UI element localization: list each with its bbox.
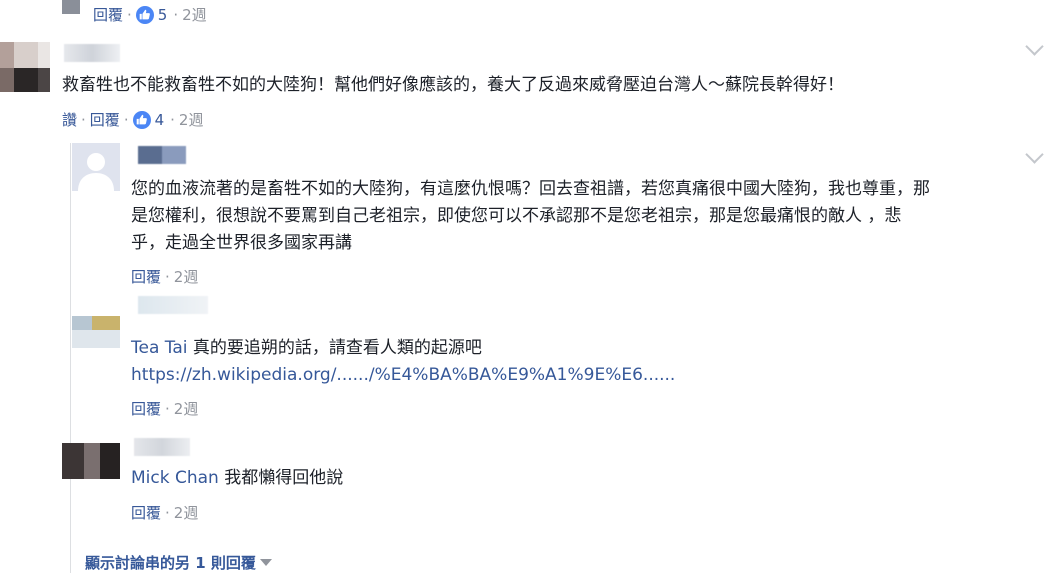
- separator: ·: [123, 110, 129, 129]
- reply-text-line: 是您權利，很想說不要罵到自己老祖宗，即使您可以不承認那不是您老祖宗，那是您最痛恨…: [131, 206, 902, 226]
- separator: ·: [81, 110, 86, 129]
- separator: ·: [165, 503, 170, 522]
- author-name[interactable]: Tea Tai: [131, 338, 188, 358]
- separator: ·: [127, 5, 132, 24]
- reply-link[interactable]: 回覆: [90, 109, 120, 130]
- author-name[interactable]: Mick Chan: [131, 468, 219, 488]
- reply-link[interactable]: 回覆: [131, 502, 161, 523]
- separator: ·: [165, 399, 170, 418]
- like-count[interactable]: 5: [158, 6, 168, 24]
- reply-text-line: 乎，走過全世界很多國家再講: [131, 233, 352, 253]
- reply-text: Mick Chan 我都懶得回他說: [131, 465, 343, 492]
- timestamp[interactable]: 2週: [182, 4, 207, 25]
- author-name-redacted: [134, 438, 190, 456]
- separator: ·: [173, 5, 179, 24]
- caret-down-icon: [259, 559, 272, 566]
- reply-link-line: https://zh.wikipedia.org/....../%E4%BA%B…: [131, 362, 675, 389]
- reply-text-line: 您的血液流著的是畜牲不如的大陸狗，有這麼仇恨嗎？回去查祖譜，若您真痛很中國大陸狗…: [131, 179, 930, 199]
- chevron-down-icon[interactable]: [1025, 37, 1044, 56]
- wikipedia-link[interactable]: https://zh.wikipedia.org/....../%E4%BA%B…: [131, 365, 675, 385]
- avatar[interactable]: [72, 316, 120, 348]
- avatar[interactable]: [62, 443, 120, 479]
- reply-actions: 回覆 · 2週: [131, 502, 198, 523]
- chevron-down-icon[interactable]: [1025, 145, 1044, 164]
- reply-actions: 回覆 · 2週: [131, 266, 198, 287]
- timestamp[interactable]: 2週: [179, 109, 204, 130]
- avatar[interactable]: [62, 0, 80, 14]
- separator: ·: [170, 110, 175, 129]
- author-name-redacted: [138, 296, 208, 314]
- like-link[interactable]: 讚: [62, 109, 77, 130]
- author-name-redacted: [138, 146, 186, 164]
- reply-body: 我都懶得回他說: [218, 468, 344, 488]
- avatar[interactable]: [72, 143, 120, 191]
- timestamp[interactable]: 2週: [174, 502, 199, 523]
- comment-text: 救畜牲也不能救畜牲不如的大陸狗！幫他們好像應該的，養大了反過來威脅壓迫台灣人～蘇…: [62, 75, 844, 95]
- reply-link[interactable]: 回覆: [93, 4, 123, 25]
- reply-actions: 回覆 · 2週: [131, 398, 198, 419]
- avatar[interactable]: [0, 42, 50, 100]
- timestamp[interactable]: 2週: [174, 398, 199, 419]
- reply-link[interactable]: 回覆: [131, 398, 161, 419]
- author-name-redacted: [64, 44, 120, 62]
- reply-body: 真的要追朔的話，請查看人類的起源吧: [187, 338, 482, 358]
- like-count[interactable]: 4: [155, 111, 165, 129]
- reply-text: Tea Tai 真的要追朔的話，請查看人類的起源吧: [131, 335, 482, 362]
- thread-line: [70, 143, 71, 573]
- separator: ·: [165, 267, 170, 286]
- thumbs-up-icon[interactable]: [132, 110, 151, 129]
- comment-actions: 回覆 · 5 · 2週: [93, 4, 207, 25]
- comment-actions: 讚 · 回覆 · 4 · 2週: [62, 109, 203, 130]
- show-more-replies-button[interactable]: 顯示討論串的另 1 則回覆: [85, 552, 272, 573]
- timestamp[interactable]: 2週: [174, 266, 199, 287]
- show-more-replies-label[interactable]: 顯示討論串的另 1 則回覆: [85, 552, 256, 573]
- thumbs-up-icon[interactable]: [135, 5, 154, 24]
- reply-link[interactable]: 回覆: [131, 266, 161, 287]
